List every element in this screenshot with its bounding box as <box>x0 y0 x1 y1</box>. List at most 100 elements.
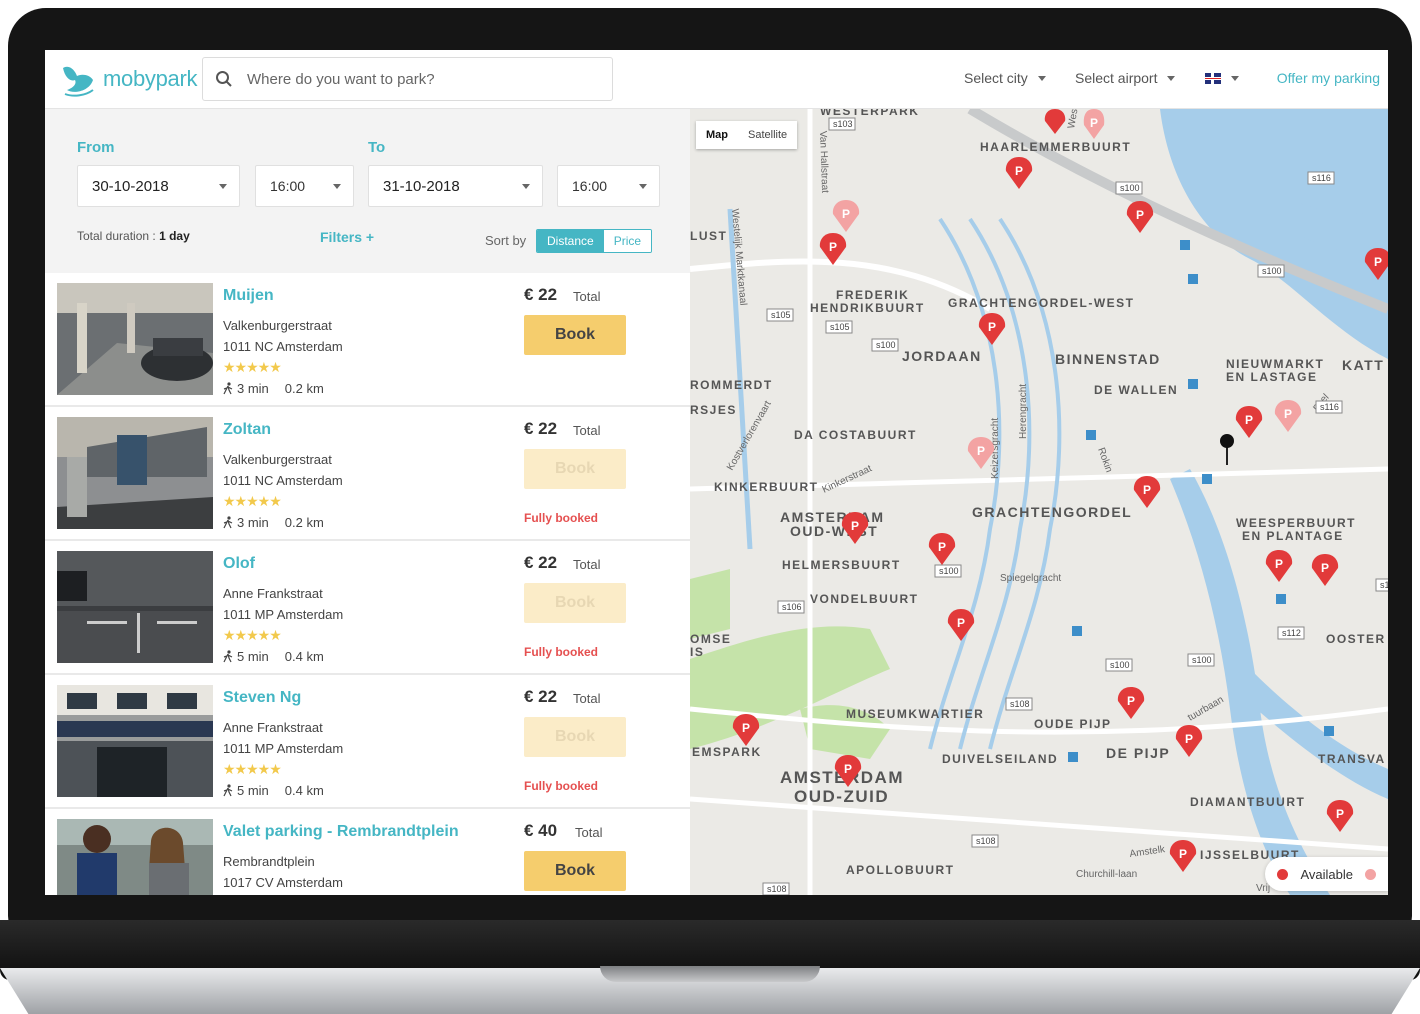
svg-text:s100: s100 <box>1262 266 1282 276</box>
from-time-value: 16:00 <box>270 178 306 194</box>
road-badge: s1 <box>1375 578 1388 592</box>
parking-list-item[interactable]: Muijen Valkenburgerstraat 1011 NC Amster… <box>45 273 690 407</box>
map-district-label: LUST <box>690 229 727 243</box>
map-district-label: JORDAAN <box>902 348 982 364</box>
map-type-map-button[interactable]: Map <box>696 121 738 149</box>
svg-text:P: P <box>1275 557 1283 571</box>
map-type-control: Map Satellite <box>696 121 798 149</box>
parking-name[interactable]: Steven Ng <box>223 689 301 707</box>
walking-person-icon <box>223 382 233 395</box>
chevron-down-icon <box>1037 75 1046 81</box>
road-badge: s112 <box>1277 626 1305 640</box>
metro-icon <box>1276 594 1286 604</box>
filters-link[interactable]: Filters + <box>320 229 374 245</box>
valet-photo <box>57 819 213 895</box>
book-button[interactable]: Book <box>524 717 626 757</box>
chevron-down-icon <box>1167 75 1176 81</box>
select-airport-label: Select airport <box>1075 70 1158 86</box>
road-badge: s100 <box>1115 181 1143 195</box>
road-badge: s105 <box>825 320 853 334</box>
logo[interactable]: mobypark <box>59 60 198 98</box>
to-label: To <box>368 139 386 156</box>
rating-stars: ★★★★★ <box>223 359 282 375</box>
map-view[interactable]: HAARLEMMERBUURT FREDERIK HENDRIKBUURT GR… <box>690 109 1388 895</box>
from-label: From <box>77 139 115 156</box>
select-city-dropdown[interactable]: Select city <box>964 70 1046 86</box>
sort-price-button[interactable]: Price <box>603 230 652 252</box>
from-date-select[interactable]: 30-10-2018 <box>77 165 240 207</box>
book-button[interactable]: Book <box>524 583 626 623</box>
walk-info: 3 min 0.2 km <box>223 381 324 396</box>
book-button[interactable]: Book <box>524 851 626 891</box>
price: € 22 <box>524 553 558 572</box>
svg-text:P: P <box>957 616 965 630</box>
parking-list-item[interactable]: Valet parking - Rembrandtplein Rembrandt… <box>45 809 690 895</box>
parking-name[interactable]: Zoltan <box>223 421 271 439</box>
total-duration: Total duration : 1 day <box>77 229 190 243</box>
city-map[interactable]: HAARLEMMERBUURT FREDERIK HENDRIKBUURT GR… <box>690 109 1388 895</box>
road-badge: s108 <box>971 834 999 848</box>
map-legend: Available <box>1265 857 1388 891</box>
map-district-label: DE WALLEN <box>1094 383 1178 397</box>
walk-distance: 0.4 km <box>284 783 324 798</box>
map-district-label: ROMMERDT <box>690 378 773 392</box>
walking-person-icon <box>223 516 233 529</box>
parking-city: 1011 NC Amsterdam <box>223 473 343 488</box>
map-district-label: MUSEUMKWARTIER <box>846 707 984 721</box>
results-panel: From To 30-10-2018 16:00 31-10-2018 16:0… <box>45 109 690 895</box>
map-type-satellite-button[interactable]: Satellite <box>738 121 797 149</box>
parking-street: Valkenburgerstraat <box>223 452 332 467</box>
price: € 22 <box>524 285 558 304</box>
parking-list-item[interactable]: Zoltan Valkenburgerstraat 1011 NC Amster… <box>45 407 690 541</box>
price-suffix: Total <box>573 691 601 706</box>
chevron-down-icon <box>522 183 530 189</box>
parking-name[interactable]: Muijen <box>223 287 274 305</box>
walk-time: 5 min <box>237 783 269 798</box>
language-dropdown[interactable] <box>1205 73 1239 84</box>
map-district-label: WEESPERBUURT <box>1236 516 1356 530</box>
sort-distance-button[interactable]: Distance <box>537 230 604 252</box>
walk-time: 3 min <box>237 381 269 396</box>
book-button[interactable]: Book <box>524 449 626 489</box>
svg-text:s103: s103 <box>833 119 853 129</box>
map-district-label: WESTERPARK <box>820 109 919 118</box>
search-box[interactable] <box>202 57 613 101</box>
to-time-value: 16:00 <box>572 178 608 194</box>
map-district-label: GRACHTENGORDEL <box>972 504 1132 520</box>
price: € 40 <box>524 821 558 840</box>
map-district-label: BINNENSTAD <box>1055 351 1161 367</box>
map-district-label: HELMERSBUURT <box>782 558 901 572</box>
chevron-down-icon <box>219 183 227 189</box>
fully-booked-status: Fully booked <box>524 779 599 793</box>
map-district-label: KINKERBUURT <box>714 480 819 494</box>
chevron-down-icon <box>639 183 647 189</box>
price-suffix: Total <box>573 423 601 438</box>
map-district-label: DE PIJP <box>1106 745 1170 761</box>
parking-name[interactable]: Olof <box>223 555 255 573</box>
offer-parking-link[interactable]: Offer my parking <box>1277 70 1380 86</box>
svg-text:P: P <box>844 762 852 776</box>
svg-text:P: P <box>1090 116 1098 130</box>
select-airport-dropdown[interactable]: Select airport <box>1075 70 1176 86</box>
parking-list-item[interactable]: Steven Ng Anne Frankstraat 1011 MP Amste… <box>45 675 690 809</box>
svg-text:P: P <box>1321 561 1329 575</box>
walk-info: 5 min 0.4 km <box>223 649 324 664</box>
garage-photo <box>57 417 213 529</box>
search-input[interactable] <box>245 69 579 89</box>
map-district-label: OUD-ZUID <box>794 787 889 806</box>
from-time-select[interactable]: 16:00 <box>255 165 354 207</box>
metro-icon <box>1086 430 1096 440</box>
to-time-select[interactable]: 16:00 <box>557 165 660 207</box>
book-button[interactable]: Book <box>524 315 626 355</box>
svg-text:s100: s100 <box>1120 183 1140 193</box>
svg-text:s106: s106 <box>782 602 802 612</box>
parking-name[interactable]: Valet parking - Rembrandtplein <box>223 823 459 841</box>
parking-list-item[interactable]: Olof Anne Frankstraat 1011 MP Amsterdam … <box>45 541 690 675</box>
map-district-label: APOLLOBUURT <box>846 863 955 877</box>
price-suffix: Total <box>575 825 603 840</box>
to-date-select[interactable]: 31-10-2018 <box>368 165 543 207</box>
parking-city: 1011 NC Amsterdam <box>223 339 343 354</box>
svg-text:P: P <box>742 721 750 735</box>
search-filters: From To 30-10-2018 16:00 31-10-2018 16:0… <box>45 109 690 273</box>
metro-icon <box>1188 274 1198 284</box>
